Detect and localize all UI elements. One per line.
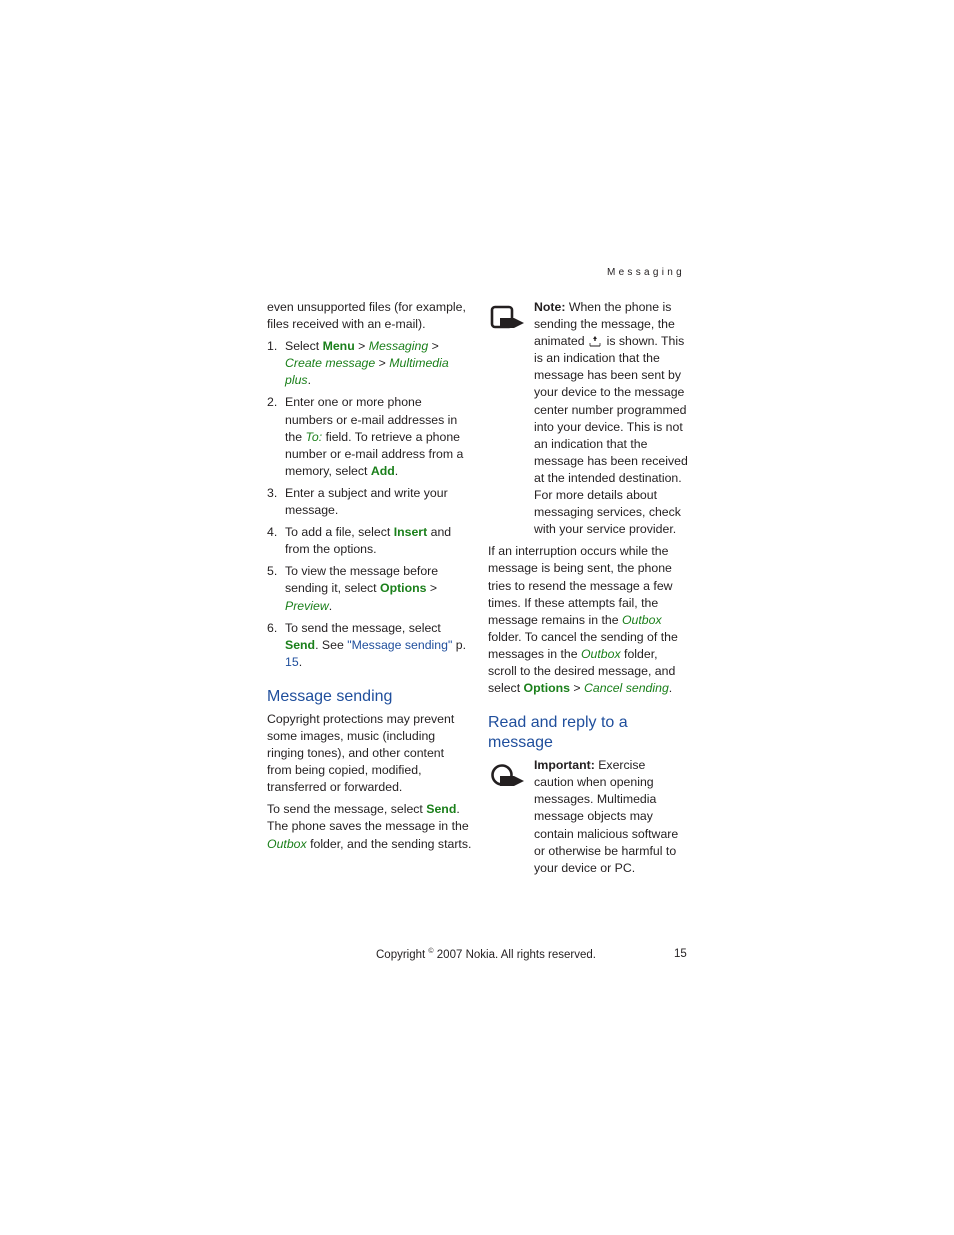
note-text: is shown. This is an indication that the… [534, 334, 688, 537]
important-text: Exercise caution when opening messages. … [534, 758, 679, 875]
step-number: 1. [267, 339, 278, 354]
step-number: 3. [267, 485, 278, 500]
step-5: 5. To view the message before sending it… [267, 563, 472, 614]
important-block: Important: Exercise caution when opening… [488, 757, 688, 877]
punctuation: . [668, 681, 673, 696]
body-text: folder, and the sending starts. [306, 836, 472, 851]
running-header: Messaging [606, 267, 685, 278]
punctuation: . [307, 373, 311, 388]
body-text: To send the message, select [267, 802, 427, 817]
command-options: Options [523, 681, 570, 696]
separator: > [354, 339, 369, 354]
menu-item-preview: Preview [285, 598, 329, 613]
step-3: 3. Enter a subject and write your messag… [267, 485, 472, 519]
interruption-text: If an interruption occurs while the mess… [488, 543, 688, 697]
field-name-to: To: [305, 429, 323, 444]
intro-text: even unsupported files (for example, fil… [267, 300, 466, 332]
menu-item-messaging: Messaging [368, 339, 429, 354]
punctuation: . [328, 598, 333, 613]
message-sending-icon [589, 336, 600, 347]
command-add: Add [370, 463, 395, 478]
step-1: 1. Select Menu > Messaging > Create mess… [267, 338, 472, 389]
footer-text: 2007 Nokia. All rights reserved. [433, 948, 596, 961]
folder-outbox: Outbox [580, 646, 621, 661]
step-2: 2. Enter one or more phone numbers or e-… [267, 394, 472, 479]
menu-item-cancel-sending: Cancel sending [584, 681, 669, 696]
right-column: Note: When the phone is sending the mess… [488, 299, 688, 882]
step-number: 5. [267, 564, 278, 579]
step-text: Select [285, 339, 323, 354]
copyright-protection-text: Copyright protections may prevent some i… [267, 711, 455, 795]
step-number: 6. [267, 620, 278, 635]
page-reference-link[interactable]: 15 [285, 655, 299, 669]
note-block: Note: When the phone is sending the mess… [488, 299, 688, 538]
command-send: Send [285, 637, 316, 652]
important-hand-icon [491, 764, 524, 787]
folder-outbox: Outbox [621, 612, 662, 627]
left-column: even unsupported files (for example, fil… [267, 299, 472, 858]
steps-list: 1. Select Menu > Messaging > Create mess… [267, 338, 472, 671]
footer-text: Copyright [376, 948, 429, 961]
step-text: To send the message, select [285, 620, 441, 635]
step-text: p. [452, 637, 467, 652]
menu-command: Menu [322, 339, 355, 354]
copyright-footer: Copyright © 2007 Nokia. All rights reser… [376, 948, 596, 961]
manual-page: Messaging even unsupported files (for ex… [0, 0, 954, 1235]
section-heading-read-reply: Read and reply to a message [488, 714, 628, 752]
folder-outbox: Outbox [267, 836, 307, 851]
separator: > [426, 581, 438, 596]
separator: > [375, 356, 390, 371]
step-text: . See [315, 637, 348, 652]
step-text: To add a file, select [285, 525, 394, 540]
step-text: Enter a subject and write your message. [285, 485, 448, 518]
section-heading-message-sending: Message sending [267, 687, 393, 705]
step-6: 6. To send the message, select Send. See… [267, 620, 472, 671]
step-number: 2. [267, 395, 278, 410]
note-label: Note: [534, 300, 566, 314]
command-options: Options [380, 581, 427, 596]
menu-item-create-message: Create message [285, 356, 376, 371]
punctuation: . [394, 463, 399, 478]
note-hand-icon [490, 305, 524, 329]
step-4: 4. To add a file, select Insert and from… [267, 524, 472, 558]
step-number: 4. [267, 525, 278, 540]
send-instructions: To send the message, select Send. The ph… [267, 801, 472, 852]
separator: > [428, 339, 439, 354]
cross-reference-link[interactable]: "Message sending" [347, 638, 452, 652]
command-insert: Insert [393, 525, 428, 540]
page-number: 15 [674, 948, 687, 960]
command-send: Send [426, 802, 457, 817]
important-label: Important: [534, 758, 595, 773]
separator: > [570, 681, 585, 696]
punctuation: . [298, 654, 303, 669]
